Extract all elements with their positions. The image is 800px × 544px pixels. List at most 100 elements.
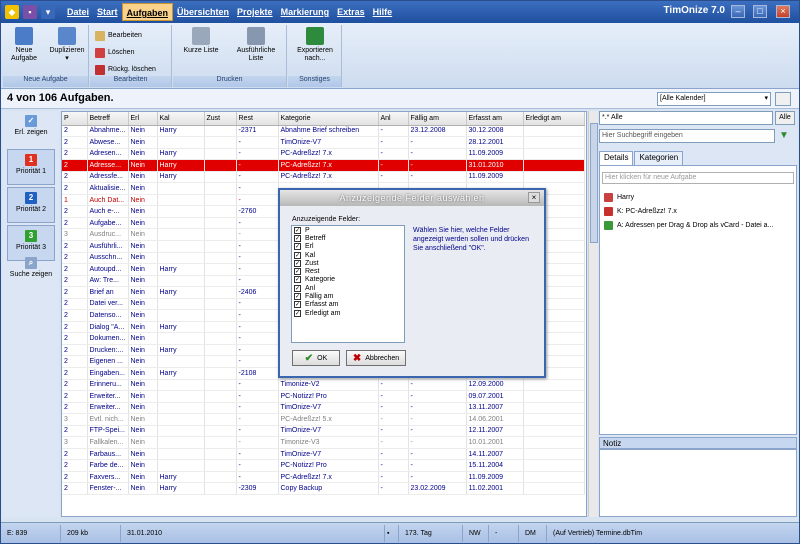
table-row[interactable]: 2 Adresen... Nein Harry - PC-Adreßzz! 7.x - -11… bbox=[62, 148, 585, 161]
duplicate-button[interactable]: Duplizieren ▾ bbox=[47, 27, 87, 63]
undo-delete-button[interactable]: Rückg. löschen bbox=[95, 63, 156, 76]
table-cell bbox=[157, 275, 205, 288]
app-logo-icon[interactable]: ◆ bbox=[5, 5, 19, 19]
checkbox-checked-icon[interactable]: ✓ bbox=[294, 268, 301, 276]
checkbox-checked-icon[interactable]: ✓ bbox=[294, 293, 301, 301]
save-icon[interactable]: ▪ bbox=[23, 5, 37, 19]
menu-projekte[interactable]: Projekte bbox=[233, 3, 277, 21]
checkbox-checked-icon[interactable]: ✓ bbox=[294, 234, 301, 242]
checkbox-checked-icon[interactable]: ✓ bbox=[294, 259, 301, 267]
field-checkbox-item[interactable]: ✓ Betreff bbox=[292, 234, 404, 242]
table-row[interactable]: 3 Fallkalen... Nein - Timonize-V3- -10.01.200… bbox=[62, 436, 585, 449]
export-button[interactable]: Exportieren nach... bbox=[292, 27, 338, 63]
tab-kategorien[interactable]: Kategorien bbox=[634, 151, 684, 165]
new-task-input[interactable]: Hier klicken für neue Aufgabe bbox=[602, 172, 794, 184]
field-checkbox-item[interactable]: ✓ Erl bbox=[292, 243, 404, 251]
checkbox-checked-icon[interactable]: ✓ bbox=[294, 276, 301, 284]
maximize-button[interactable]: □ bbox=[753, 5, 767, 18]
checkbox-checked-icon[interactable]: ✓ bbox=[294, 251, 301, 259]
table-row[interactable]: 2 Farbaus... Nein - TimOnize-V7- -14.11.2007 bbox=[62, 448, 585, 461]
minimize-button[interactable]: – bbox=[731, 5, 745, 18]
detail-category[interactable]: K: PC-Adreßzz! 7.x bbox=[604, 206, 677, 217]
field-checkbox-item[interactable]: ✓ Rest bbox=[292, 267, 404, 276]
column-header[interactable]: Anl bbox=[378, 112, 409, 126]
close-button[interactable]: × bbox=[776, 5, 790, 18]
calendar-edit-button[interactable] bbox=[775, 92, 791, 106]
quick-access-icon[interactable]: ▾ bbox=[41, 5, 55, 19]
table-row[interactable]: 2 Adresse... Nein Harry - PC-Adreßzz! 7.x - -31… bbox=[62, 159, 585, 172]
checkbox-checked-icon[interactable]: ✓ bbox=[294, 284, 301, 292]
menu-extras[interactable]: Extras bbox=[333, 3, 369, 21]
table-row[interactable]: 2 Abnahme... Nein Harry -2371 Abnahme Brief s… bbox=[62, 125, 585, 138]
table-row[interactable]: 2 Abwese... Nein - TimOnize-V7- -28.12.2001 bbox=[62, 136, 585, 149]
column-header[interactable]: Erfasst am bbox=[466, 112, 524, 126]
column-header[interactable]: Rest bbox=[236, 112, 279, 126]
column-header[interactable]: Betreff bbox=[87, 112, 129, 126]
alle-button[interactable]: Alle bbox=[775, 111, 795, 125]
field-checkbox-item[interactable]: ✓ Anl bbox=[292, 284, 404, 292]
checkbox-checked-icon[interactable]: ✓ bbox=[294, 226, 301, 234]
tab-details[interactable]: Details bbox=[599, 151, 634, 165]
new-task-button[interactable]: Neue Aufgabe bbox=[9, 27, 39, 63]
grid-scrollbar[interactable] bbox=[588, 111, 598, 517]
priority-1-icon: 1 bbox=[25, 154, 37, 166]
group-label: Drucken bbox=[173, 76, 286, 87]
detail-calendar[interactable]: Harry bbox=[604, 192, 634, 203]
priority-3-button[interactable]: 3 Priorität 3 bbox=[7, 225, 55, 261]
show-done-button[interactable]: ✓ Erl. zeigen bbox=[7, 115, 55, 137]
column-header[interactable]: P bbox=[62, 112, 88, 126]
show-search-button[interactable]: ⌕ Suche zeigen bbox=[7, 257, 55, 279]
detailed-list-button[interactable]: Ausführliche Liste bbox=[229, 27, 283, 63]
priority-2-button[interactable]: 2 Priorität 2 bbox=[7, 187, 55, 223]
filter-select[interactable]: *.* Alle bbox=[599, 111, 773, 125]
table-cell: Nein bbox=[128, 205, 158, 218]
scrollbar-thumb[interactable] bbox=[590, 123, 598, 243]
table-row[interactable]: 2 Erweiter... Nein - TimOnize-V7- -13.11.2007 bbox=[62, 402, 585, 415]
group-label: Neue Aufgabe bbox=[3, 76, 88, 87]
short-list-button[interactable]: Kurze Liste bbox=[179, 27, 223, 55]
table-row[interactable]: 2 Erinneru... Nein - Timonize-V2- -12.09.2000 bbox=[62, 379, 585, 392]
table-row[interactable]: 2 Faxvers... Nein Harry - PC-Adreßzz! 7.x - -11… bbox=[62, 471, 585, 484]
column-header[interactable]: Zust bbox=[204, 112, 237, 126]
column-header[interactable]: Kal bbox=[157, 112, 205, 126]
field-checkbox-item[interactable]: ✓ Kal bbox=[292, 251, 404, 259]
notes-area[interactable] bbox=[599, 449, 797, 517]
field-checkbox-item[interactable]: ✓ Kategorie bbox=[292, 276, 404, 284]
delete-button[interactable]: Löschen bbox=[95, 46, 134, 59]
search-input[interactable]: Hier Suchbegriff eingeben bbox=[599, 129, 775, 143]
checkbox-checked-icon[interactable]: ✓ bbox=[294, 309, 301, 317]
table-row[interactable]: 2 Erweiter... Nein - PC-Notizz! Pro - -09.07.2… bbox=[62, 390, 585, 403]
edit-button[interactable]: Bearbeiten bbox=[95, 29, 142, 42]
field-checkbox-item[interactable]: ✓ Fällig am bbox=[292, 292, 404, 301]
column-header[interactable]: Erledigt am bbox=[523, 112, 585, 126]
checkbox-checked-icon[interactable]: ✓ bbox=[294, 243, 301, 251]
dialog-close-icon[interactable]: × bbox=[528, 192, 540, 203]
filter-funnel-icon[interactable]: ▼ bbox=[779, 130, 791, 142]
table-cell: Harry bbox=[157, 367, 205, 380]
menu-markierung[interactable]: Markierung bbox=[277, 3, 334, 21]
table-row[interactable]: 2 Farbe de... Nein - PC-Notizz! Pro - -15.11.2… bbox=[62, 459, 585, 472]
column-header[interactable]: Kategorie bbox=[278, 112, 379, 126]
field-checkbox-item[interactable]: ✓ Zust bbox=[292, 259, 404, 267]
cancel-button[interactable]: ✖ Abbrechen bbox=[346, 350, 406, 366]
table-row[interactable]: 2 FTP-Spei... Nein - TimOnize-V7- -12.11.2007 bbox=[62, 425, 585, 438]
calendar-select[interactable]: [Alle Kalender] ▾ bbox=[657, 92, 771, 106]
menu-uebersichten[interactable]: Übersichten bbox=[173, 3, 233, 21]
menu-hilfe[interactable]: Hilfe bbox=[369, 3, 397, 21]
field-checkbox-item[interactable]: ✓ P bbox=[292, 226, 404, 234]
field-checkbox-item[interactable]: ✓ Erfasst am bbox=[292, 301, 404, 309]
column-header[interactable]: Fällig am bbox=[408, 112, 467, 126]
field-checkbox-item[interactable]: ✓ Erledigt am bbox=[292, 309, 404, 317]
table-row[interactable]: 3 Evtl. nich... Nein - PC-Adreßzz! 5.x - -14.0… bbox=[62, 413, 585, 426]
checkbox-checked-icon[interactable]: ✓ bbox=[294, 301, 301, 309]
menu-start[interactable]: Start bbox=[93, 3, 122, 21]
menu-datei[interactable]: Datei bbox=[63, 3, 93, 21]
table-cell: 23.02.2009 bbox=[408, 482, 467, 495]
detail-task[interactable]: A: Adressen per Drag & Drop als vCard - … bbox=[604, 220, 773, 231]
priority-1-button[interactable]: 1 Priorität 1 bbox=[7, 149, 55, 185]
table-row[interactable]: 2 Adressfe... Nein Harry - PC-Adreßzz! 7.x - -1… bbox=[62, 171, 585, 184]
menu-aufgaben[interactable]: Aufgaben bbox=[121, 3, 174, 21]
table-row[interactable]: 2 Fenster-... Nein Harry -2309 Copy Backup -23… bbox=[62, 482, 585, 495]
column-header[interactable]: Erl bbox=[128, 112, 158, 126]
ok-button[interactable]: ✔ OK bbox=[292, 350, 340, 366]
